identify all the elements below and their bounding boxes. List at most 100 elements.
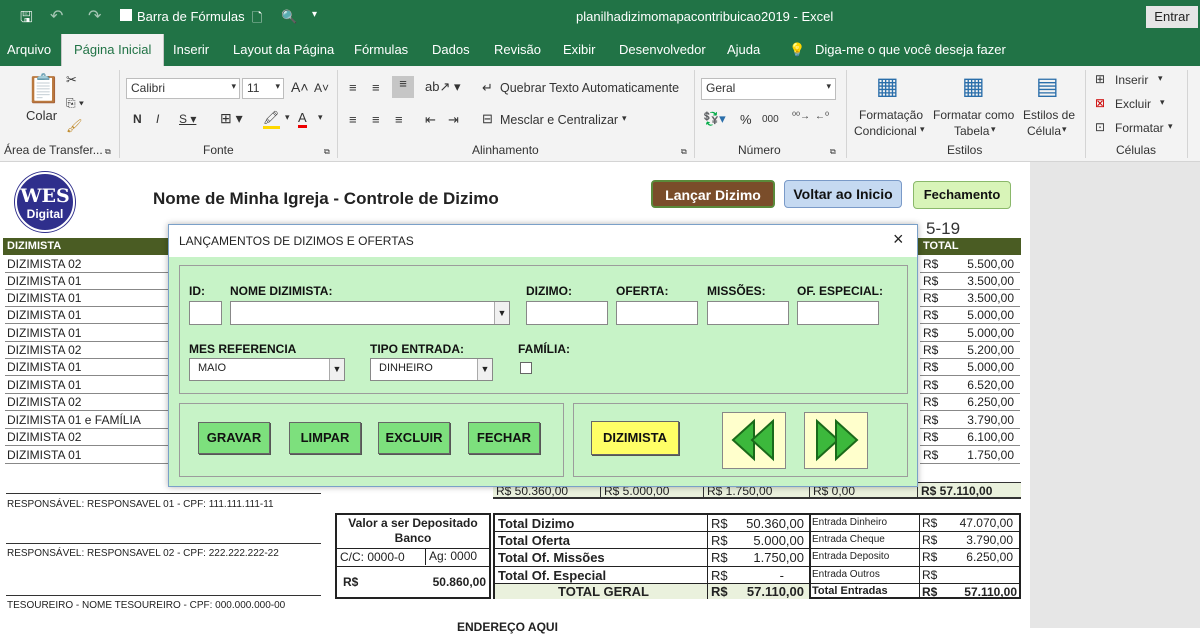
mes-select[interactable]: MAIO ▼: [189, 358, 345, 381]
increase-indent-icon[interactable]: ⇥: [448, 112, 459, 128]
print-preview-icon[interactable]: 🔍: [281, 9, 297, 25]
chevron-down-icon[interactable]: ▼: [494, 302, 509, 324]
voltar-inicio-button[interactable]: Voltar ao Inicio: [784, 180, 902, 208]
font-launcher-icon[interactable]: ⧉: [324, 147, 330, 157]
table-row[interactable]: DIZIMISTA 02: [5, 394, 170, 411]
conditional-format-label1[interactable]: Formatação: [859, 108, 923, 122]
format-as-table-label1[interactable]: Formatar como: [933, 108, 1014, 122]
tell-me-box[interactable]: Diga-me o que você deseja fazer: [815, 42, 1006, 57]
font-size-box[interactable]: 11 ▾: [242, 78, 284, 99]
orientation-icon[interactable]: ab↗ ▾: [425, 79, 461, 95]
paste-icon[interactable]: 📋: [26, 72, 61, 105]
bold-icon[interactable]: N: [133, 112, 142, 126]
tab-exibir[interactable]: Exibir: [563, 42, 596, 57]
tab-arquivo[interactable]: Arquivo: [7, 42, 51, 57]
number-format-box[interactable]: Geral ▾: [701, 78, 836, 100]
percent-icon[interactable]: %: [740, 112, 752, 127]
total-cell[interactable]: R$ 5.000,00: [920, 359, 1020, 376]
tab-revisao[interactable]: Revisão: [494, 42, 541, 57]
total-cell[interactable]: R$ 5.000,00: [920, 307, 1020, 324]
cut-icon[interactable]: ✂: [66, 72, 77, 88]
merge-dropdown-icon[interactable]: ▾: [622, 113, 627, 124]
total-geral-row[interactable]: TOTAL GERAL R$ 57.110,00: [495, 584, 809, 599]
alignment-launcher-icon[interactable]: ⧉: [681, 147, 687, 157]
familia-checkbox[interactable]: [520, 362, 532, 374]
close-icon[interactable]: ×: [893, 229, 904, 250]
align-top-icon[interactable]: ≡: [349, 80, 357, 95]
wrap-text-icon[interactable]: ↵: [482, 80, 493, 96]
merge-icon[interactable]: ⊟: [482, 111, 493, 127]
previous-record-button[interactable]: [722, 412, 786, 469]
tab-desenvolvedor[interactable]: Desenvolvedor: [619, 42, 706, 57]
total-cell[interactable]: R$ 6.250,00: [920, 394, 1020, 411]
total-cell[interactable]: R$ 1.750,00: [920, 447, 1020, 464]
format-painter-icon[interactable]: 🖌: [66, 118, 83, 134]
missoes-field[interactable]: [707, 301, 789, 325]
table-row[interactable]: DIZIMISTA 01: [5, 325, 170, 342]
font-color-dropdown-icon[interactable]: ▾: [318, 112, 323, 123]
format-as-table-icon[interactable]: ▦: [962, 72, 985, 101]
table-row[interactable]: DIZIMISTA 01: [5, 447, 170, 464]
cell-styles-label2[interactable]: Célula: [1027, 124, 1061, 138]
merge-button[interactable]: Mesclar e Centralizar: [500, 113, 618, 127]
decrease-indent-icon[interactable]: ⇤: [425, 112, 436, 128]
clipboard-launcher-icon[interactable]: ⧉: [105, 147, 111, 157]
font-name-box[interactable]: Calibri ▾: [126, 78, 240, 99]
tab-pagina-inicial[interactable]: Página Inicial: [61, 34, 165, 66]
excluir-button[interactable]: EXCLUIR: [378, 422, 450, 454]
fechamento-button[interactable]: Fechamento: [913, 181, 1011, 209]
underline-icon[interactable]: S ▾: [179, 112, 196, 126]
sign-in-button[interactable]: Entrar: [1146, 6, 1198, 28]
table-row[interactable]: DIZIMISTA 02: [5, 256, 170, 273]
chevron-down-icon[interactable]: ▼: [477, 359, 492, 380]
fill-color-icon[interactable]: 🖍: [263, 110, 280, 129]
align-bottom-icon[interactable]: ≡: [392, 76, 414, 98]
delete-cells-icon[interactable]: ⊠: [1095, 96, 1105, 110]
total-cell[interactable]: R$ 5.200,00: [920, 342, 1020, 359]
total-cell[interactable]: R$ 6.520,00: [920, 377, 1020, 394]
paste-label[interactable]: Colar: [26, 108, 57, 123]
oferta-field[interactable]: [616, 301, 698, 325]
fechar-button[interactable]: FECHAR: [468, 422, 540, 454]
format-cells-button[interactable]: Formatar: [1115, 121, 1164, 135]
shrink-font-icon[interactable]: A˅: [314, 81, 329, 95]
total-cell[interactable]: R$ 5.000,00: [920, 325, 1020, 342]
tab-layout[interactable]: Layout da Página: [233, 42, 334, 57]
format-cells-icon[interactable]: ⊡: [1095, 120, 1105, 134]
total-cell[interactable]: R$ 5.500,00: [920, 256, 1020, 273]
align-left-icon[interactable]: ≡: [349, 112, 357, 127]
table-row[interactable]: DIZIMISTA 02: [5, 342, 170, 359]
table-row[interactable]: DIZIMISTA 01: [5, 359, 170, 376]
font-color-icon[interactable]: A: [298, 110, 307, 128]
total-cell[interactable]: R$ 3.500,00: [920, 273, 1020, 290]
fill-color-dropdown-icon[interactable]: ▾: [285, 112, 290, 123]
undo-icon[interactable]: ↶: [50, 6, 63, 26]
comma-style-icon[interactable]: 000: [762, 114, 779, 125]
new-file-icon[interactable]: 🗋: [252, 9, 262, 31]
summary-row[interactable]: Total Of. Missões R$ 1.750,00 Entrada De…: [495, 549, 1019, 567]
decrease-decimal-icon[interactable]: ←⁰: [815, 111, 829, 122]
dizimo-field[interactable]: [526, 301, 608, 325]
total-cell[interactable]: R$ 3.790,00: [920, 412, 1020, 429]
limpar-button[interactable]: LIMPAR: [289, 422, 361, 454]
total-cell[interactable]: R$ 6.100,00: [920, 429, 1020, 446]
table-row[interactable]: DIZIMISTA 01: [5, 377, 170, 394]
borders-icon[interactable]: ⊞ ▾: [220, 110, 243, 127]
table-row[interactable]: DIZIMISTA 01 e FAMÍLIA: [5, 412, 170, 429]
especial-field[interactable]: [797, 301, 879, 325]
table-row[interactable]: DIZIMISTA 01: [5, 290, 170, 307]
format-as-table-label2[interactable]: Tabela: [954, 124, 989, 138]
formula-bar-checkbox[interactable]: [120, 9, 132, 21]
id-field[interactable]: [189, 301, 222, 325]
insert-cells-button[interactable]: Inserir: [1115, 73, 1148, 87]
redo-icon[interactable]: ↷: [88, 6, 101, 26]
table-row[interactable]: DIZIMISTA 01: [5, 273, 170, 290]
delete-cells-button[interactable]: Excluir: [1115, 97, 1151, 111]
total-entradas-row[interactable]: Total Entradas R$ 57.110,00: [809, 584, 1019, 599]
nome-dizimista-field[interactable]: ▼: [230, 301, 510, 325]
cell-styles-icon[interactable]: ▤: [1036, 72, 1059, 101]
align-middle-icon[interactable]: ≡: [372, 80, 380, 95]
tipo-entrada-select[interactable]: DINHEIRO ▼: [370, 358, 493, 381]
summary-row[interactable]: Total Dizimo R$ 50.360,00 Entrada Dinhei…: [495, 515, 1019, 532]
cell-styles-label1[interactable]: Estilos de: [1023, 108, 1075, 122]
